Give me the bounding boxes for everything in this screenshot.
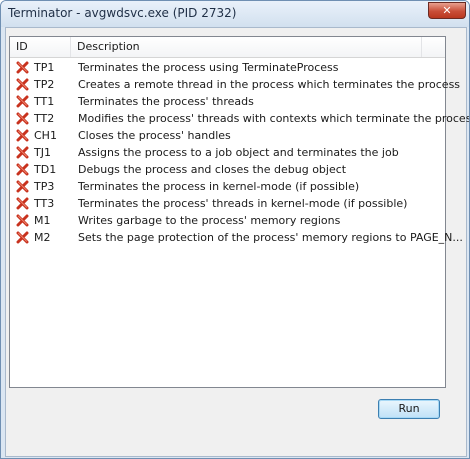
method-description: Terminates the process' threads in kerne… (78, 197, 408, 210)
run-button[interactable]: Run (378, 399, 440, 419)
method-description: Assigns the process to a job object and … (78, 146, 399, 159)
list-item[interactable]: TT3 Terminates the process' threads in ke… (10, 195, 445, 212)
method-description: Terminates the process using TerminatePr… (78, 61, 339, 74)
column-header-description[interactable]: Description (71, 37, 422, 57)
red-x-icon (16, 78, 29, 91)
methods-list[interactable]: ID Description TP1 Terminates the process… (9, 36, 469, 388)
list-rows: TP1 Terminates the process using Terminat… (10, 59, 469, 246)
red-x-icon (16, 146, 29, 159)
method-id: TT3 (34, 197, 55, 210)
method-id: TD1 (34, 163, 57, 176)
method-description: Terminates the process' threads (78, 95, 254, 108)
method-id: M1 (34, 214, 51, 227)
method-id: TP2 (34, 78, 55, 91)
red-x-icon (16, 197, 29, 210)
method-description: Debugs the process and closes the debug … (78, 163, 347, 176)
method-description: Terminates the process in kernel-mode (i… (78, 180, 360, 193)
red-x-icon (16, 231, 29, 244)
method-id: M2 (34, 231, 51, 244)
red-x-icon (16, 112, 29, 125)
method-id: TJ1 (34, 146, 51, 159)
red-x-icon (16, 214, 29, 227)
list-item[interactable]: TP2 Creates a remote thread in the proces… (10, 76, 460, 93)
method-id: TT2 (34, 112, 55, 125)
method-description: Modifies the process' threads with conte… (78, 112, 470, 125)
list-item[interactable]: M1 Writes garbage to the process' memory … (10, 212, 445, 229)
method-id: TP1 (34, 61, 55, 74)
red-x-icon (16, 129, 29, 142)
list-item[interactable]: TT1 Terminates the process' threads (10, 93, 445, 110)
method-description: Sets the page protection of the process'… (78, 231, 463, 244)
close-button[interactable]: ✕ (428, 2, 466, 19)
list-item[interactable]: TP1 Terminates the process using Terminat… (10, 59, 445, 76)
list-item[interactable]: CH1 Closes the process' handles (10, 127, 445, 144)
red-x-icon (16, 163, 29, 176)
list-item[interactable]: M2 Sets the page protection of the proces… (10, 229, 463, 246)
list-item[interactable]: TJ1 Assigns the process to a job object a… (10, 144, 445, 161)
method-description: Writes garbage to the process' memory re… (78, 214, 341, 227)
red-x-icon (16, 61, 29, 74)
column-header-id[interactable]: ID (10, 37, 71, 57)
red-x-icon (16, 95, 29, 108)
list-header: ID Description (10, 37, 445, 58)
title-bar[interactable]: Terminator - avgwdsvc.exe (PID 2732) ✕ (1, 1, 469, 27)
method-id: TP3 (34, 180, 55, 193)
list-item[interactable]: TT2 Modifies the process' threads with co… (10, 110, 469, 127)
method-id: TT1 (34, 95, 55, 108)
method-description: Creates a remote thread in the process w… (78, 78, 461, 91)
list-item[interactable]: TP3 Terminates the process in kernel-mode… (10, 178, 445, 195)
red-x-icon (16, 180, 29, 193)
window-title: Terminator - avgwdsvc.exe (PID 2732) (8, 6, 237, 20)
terminator-window: Terminator - avgwdsvc.exe (PID 2732) ✕ I… (0, 0, 470, 459)
method-description: Closes the process' handles (78, 129, 231, 142)
list-item[interactable]: TD1 Debugs the process and closes the deb… (10, 161, 445, 178)
method-id: CH1 (34, 129, 57, 142)
close-icon: ✕ (442, 4, 452, 17)
